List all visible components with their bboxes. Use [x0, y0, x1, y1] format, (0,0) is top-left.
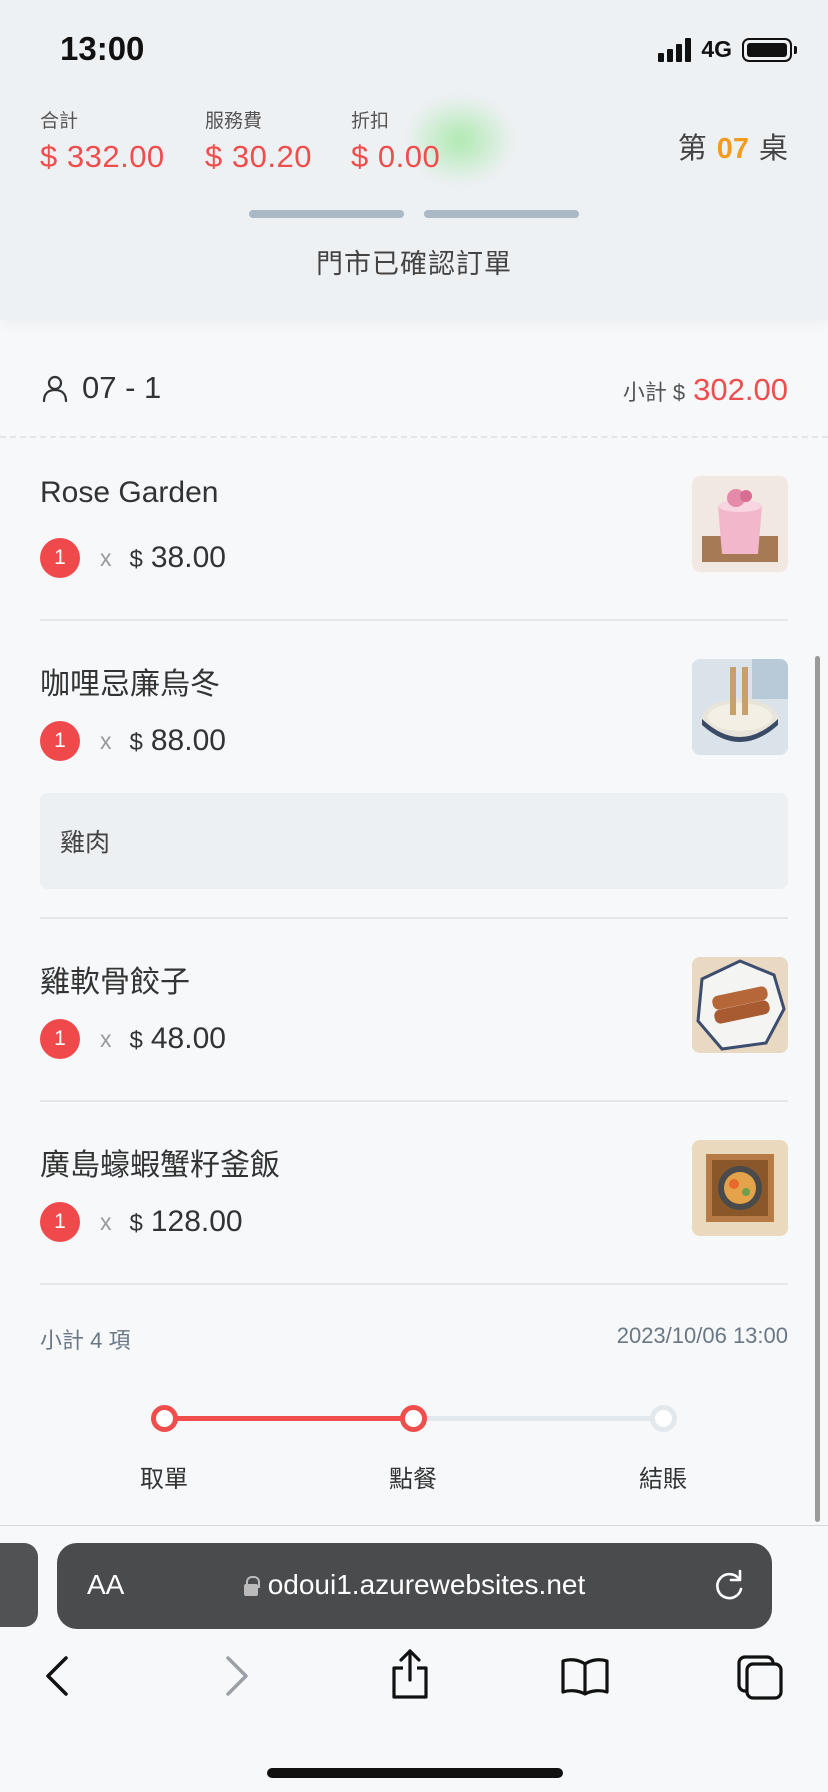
item-name: Rose Garden [40, 476, 219, 509]
user-icon [42, 375, 68, 403]
item-price: $88.00 [130, 724, 226, 758]
qty-badge: 1 [40, 1019, 80, 1059]
table-suffix: 桌 [758, 133, 788, 165]
item-qty-price: 1 x $48.00 [40, 1019, 226, 1059]
item-image-gyoza [692, 957, 788, 1053]
item-qty-price: 1 x $38.00 [40, 538, 226, 578]
price-value: 128.00 [150, 1205, 243, 1238]
step-label-checkout: 結賬 [639, 1466, 687, 1493]
times-sign: x [100, 727, 112, 754]
back-icon[interactable] [42, 1654, 72, 1698]
url-text: odoui1.azurewebsites.net [267, 1569, 586, 1600]
discount-summary: 折扣 $ 0.00 [351, 106, 440, 175]
table-label: 第 07 桌 [678, 125, 788, 167]
currency-sign: $ [129, 1210, 143, 1237]
item-price: $128.00 [130, 1205, 243, 1239]
step-label-pickup: 取單 [140, 1466, 188, 1493]
item-price: $48.00 [130, 1022, 226, 1056]
table-prefix: 第 [677, 133, 707, 165]
stepper-line-done [164, 1416, 414, 1421]
item-image-rice-pot [692, 1140, 788, 1236]
qty-badge: 1 [40, 721, 80, 761]
service-label: 服務費 [205, 111, 263, 132]
stepper-line-todo [414, 1416, 664, 1421]
price-value: 48.00 [150, 1022, 226, 1055]
item-image-udon [692, 659, 788, 755]
order-status: 門市已確認訂單 [316, 249, 512, 279]
order-item[interactable]: Rose Garden 1 x $38.00 [40, 438, 788, 621]
qty-badge: 1 [40, 538, 80, 578]
subtotal-label: 小計 $ [622, 380, 686, 405]
signal-icon [658, 37, 692, 62]
share-icon[interactable] [389, 1648, 431, 1700]
step-dot-checkout [650, 1405, 677, 1432]
forward-icon[interactable] [222, 1654, 252, 1698]
order-detail: 07 - 1 小計 $ 302.00 Rose Garden 1 x $38.0… [0, 342, 828, 1525]
order-footer: 小計 4 項 2023/10/06 13:00 [40, 1285, 788, 1375]
guest-id: 07 - 1 [82, 370, 162, 405]
status-time: 13:00 [60, 30, 145, 67]
order-item[interactable]: 咖哩忌廉烏冬 1 x $88.00 雞肉 [40, 621, 788, 919]
item-count: 小計 4 項 [40, 1328, 131, 1353]
home-indicator[interactable] [267, 1768, 563, 1778]
price-value: 38.00 [150, 541, 226, 574]
progress-segment [249, 210, 404, 218]
item-qty-price: 1 x $128.00 [40, 1202, 243, 1242]
guest-row: 07 - 1 小計 $ 302.00 [0, 342, 828, 438]
previous-tab[interactable] [0, 1543, 38, 1627]
step-dot-order [400, 1405, 427, 1432]
total-value: $ 332.00 [40, 139, 165, 174]
currency-sign: $ [129, 729, 143, 756]
times-sign: x [100, 1025, 112, 1052]
table-number: 07 [716, 133, 749, 165]
service-summary: 服務費 $ 30.20 [205, 106, 312, 175]
reload-icon[interactable] [712, 1567, 746, 1603]
total-summary: 合計 $ 332.00 [40, 106, 165, 175]
order-item[interactable]: 雞軟骨餃子 1 x $48.00 [40, 919, 788, 1102]
order-datetime: 2023/10/06 13:00 [616, 1323, 788, 1348]
browser-chrome: AA odoui1.azurewebsites.net [0, 1525, 828, 1792]
subtotal-value: 302.00 [693, 372, 788, 407]
item-name: 雞軟骨餃子 [40, 966, 190, 999]
service-value: $ 30.20 [205, 139, 312, 174]
bookmarks-icon[interactable] [560, 1656, 610, 1696]
guest-subtotal: 小計 $ 302.00 [623, 372, 788, 408]
step-label-order: 點餐 [389, 1466, 437, 1493]
item-name: 咖哩忌廉烏冬 [40, 668, 220, 701]
discount-label: 折扣 [351, 111, 390, 132]
times-sign: x [100, 1208, 112, 1235]
progress-segment [424, 210, 579, 218]
qty-badge: 1 [40, 1202, 80, 1242]
discount-value: $ 0.00 [351, 139, 441, 174]
order-stepper: 取單 點餐 結賬 [0, 1385, 828, 1525]
order-item[interactable]: 廣島蠔蝦蟹籽釜飯 1 x $128.00 [40, 1102, 788, 1285]
item-qty-price: 1 x $88.00 [40, 721, 226, 761]
battery-icon [742, 37, 797, 62]
order-header: 13:00 4G 合計 $ 332.00 服務費 $ 30.20 折扣 $ 0.… [0, 0, 828, 320]
scrollbar[interactable] [815, 656, 820, 1522]
item-name: 廣島蠔蝦蟹籽釜飯 [40, 1149, 280, 1182]
currency-sign: $ [129, 1027, 143, 1054]
step-dot-pickup [151, 1405, 178, 1432]
address-bar[interactable]: AA odoui1.azurewebsites.net [57, 1543, 772, 1629]
tabs-icon[interactable] [736, 1654, 784, 1700]
status-indicators: 4G [658, 36, 797, 63]
item-price: $38.00 [130, 541, 226, 575]
total-label: 合計 [40, 111, 79, 132]
currency-sign: $ [129, 546, 143, 573]
lock-icon [243, 1576, 260, 1596]
times-sign: x [100, 544, 112, 571]
price-value: 88.00 [150, 724, 226, 757]
network-label: 4G [701, 36, 732, 62]
status-progress [249, 210, 579, 218]
guest-info: 07 - 1 [40, 370, 161, 406]
item-image-drink [692, 476, 788, 572]
item-note: 雞肉 [40, 793, 788, 889]
url-display[interactable]: odoui1.azurewebsites.net [57, 1569, 772, 1601]
